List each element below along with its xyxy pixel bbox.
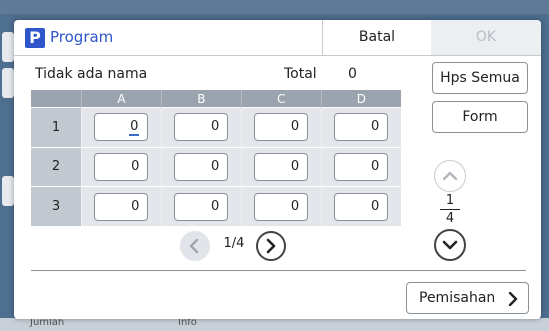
grid-cell: 0 — [160, 146, 242, 187]
value-input[interactable]: 0 — [334, 152, 389, 181]
clear-all-button[interactable]: Hps Semua — [432, 62, 528, 94]
grid-cell: 0 — [240, 146, 322, 187]
value-text: 0 — [129, 119, 140, 137]
ok-button[interactable]: OK — [431, 20, 541, 55]
previous-page-button[interactable] — [180, 231, 210, 261]
value-input[interactable]: 0 — [334, 192, 389, 221]
dialog-title: Program — [50, 28, 114, 46]
page-current: 1 — [445, 193, 455, 208]
background-sidebar — [0, 14, 14, 331]
background-status-bar: Jumlah Info — [0, 317, 549, 331]
program-name: Tidak ada nama — [31, 62, 183, 86]
dialog-titlebar: P Program Batal OK — [14, 20, 541, 56]
chevron-right-icon — [266, 238, 276, 254]
grid-cell: 0 — [81, 107, 162, 148]
grid-cell: 0 — [81, 186, 162, 226]
page-indicator: 1/4 — [223, 236, 245, 251]
table-row: 3 0 0 0 0 — [31, 186, 401, 226]
value-input[interactable]: 0 — [334, 113, 389, 142]
chevron-up-icon — [442, 171, 458, 181]
column-header-a: A — [81, 90, 162, 108]
program-dialog: P Program Batal OK Tidak ada nama Total … — [14, 20, 541, 319]
grid-corner — [31, 90, 82, 108]
scroll-up-button[interactable] — [434, 160, 466, 192]
grid-cell: 0 — [320, 146, 401, 187]
table-row: 1 0 0 0 0 — [31, 107, 401, 148]
column-header-b: B — [160, 90, 242, 108]
table-row: 2 0 0 0 0 — [31, 146, 401, 187]
cancel-button[interactable]: Batal — [322, 20, 432, 55]
chevron-right-icon — [508, 292, 518, 306]
chevron-left-icon — [189, 238, 199, 254]
total-label: Total — [284, 66, 317, 82]
value-input[interactable]: 0 — [94, 113, 149, 142]
scroll-down-button[interactable] — [434, 229, 466, 261]
column-header-d: D — [320, 90, 401, 108]
row-label: 3 — [31, 186, 82, 226]
grid-cell: 0 — [160, 186, 242, 226]
grid-cell: 0 — [320, 186, 401, 226]
value-input[interactable]: 0 — [94, 152, 149, 181]
value-input[interactable]: 0 — [94, 192, 149, 221]
column-header-c: C — [240, 90, 322, 108]
background-tab — [2, 176, 14, 206]
chevron-down-icon — [442, 240, 458, 250]
background-tab — [2, 68, 14, 98]
grid-cell: 0 — [320, 107, 401, 148]
row-label: 1 — [31, 107, 82, 148]
value-input[interactable]: 0 — [254, 113, 309, 142]
grid-cell: 0 — [81, 146, 162, 187]
value-input[interactable]: 0 — [254, 152, 309, 181]
program-badge-icon: P — [25, 28, 45, 48]
grid-cell: 0 — [240, 107, 322, 148]
total-value: 0 — [344, 62, 432, 86]
page-total: 4 — [445, 211, 455, 226]
grid-cell: 0 — [160, 107, 242, 148]
row-label: 2 — [31, 146, 82, 187]
value-input[interactable]: 0 — [174, 192, 229, 221]
grid-cell: 0 — [240, 186, 322, 226]
footer-divider — [31, 270, 526, 271]
value-input[interactable]: 0 — [174, 113, 229, 142]
background-tab — [2, 32, 14, 62]
background-header — [0, 0, 549, 14]
value-input[interactable]: 0 — [254, 192, 309, 221]
separator-button[interactable]: Pemisahan — [406, 282, 529, 314]
scroll-page-indicator: 1 4 — [438, 193, 462, 226]
value-input[interactable]: 0 — [174, 152, 229, 181]
separator-label: Pemisahan — [419, 290, 496, 306]
program-grid: A B C D 1 0 0 0 0 2 0 0 0 0 3 0 0 0 0 — [31, 90, 401, 226]
next-page-button[interactable] — [256, 231, 286, 261]
fraction-bar — [440, 209, 460, 210]
form-button[interactable]: Form — [432, 101, 528, 133]
